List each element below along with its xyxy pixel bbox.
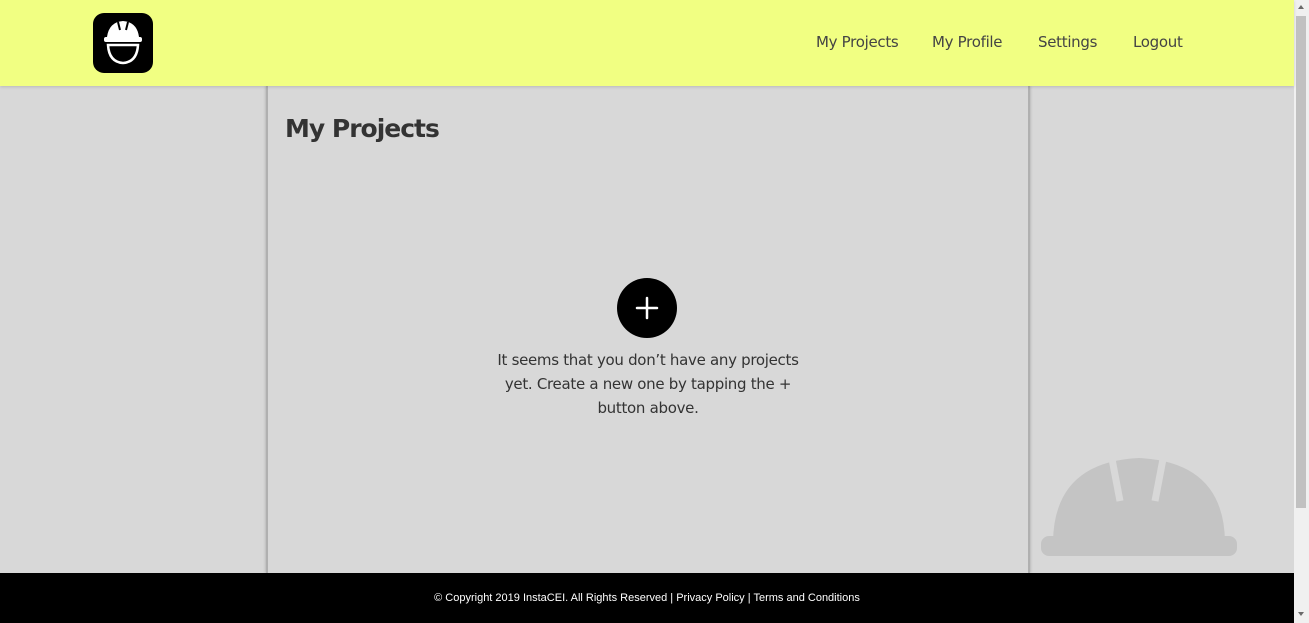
empty-state-message: It seems that you don’t have any project…: [497, 351, 799, 417]
nav-logout[interactable]: Logout: [1133, 33, 1183, 51]
footer-separator: |: [747, 592, 751, 604]
add-project-button[interactable]: [617, 278, 677, 338]
terms-link[interactable]: Terms and Conditions: [753, 592, 859, 604]
copyright-text: © Copyright 2019 InstaCEI. All Rights Re…: [434, 592, 674, 604]
nav-my-profile[interactable]: My Profile: [932, 33, 1003, 51]
helmet-logo-icon[interactable]: [93, 13, 153, 73]
top-header: My Projects My Profile Settings Logout: [0, 0, 1294, 86]
footer: © Copyright 2019 InstaCEI. All Rights Re…: [0, 573, 1294, 623]
scrollbar-thumb[interactable]: [1296, 16, 1306, 508]
nav-my-projects[interactable]: My Projects: [816, 33, 899, 51]
plus-icon: [635, 296, 659, 320]
scroll-down-icon[interactable]: [1298, 612, 1304, 616]
vertical-scrollbar[interactable]: [1294, 0, 1309, 623]
scroll-up-icon[interactable]: [1298, 5, 1304, 9]
nav-settings[interactable]: Settings: [1038, 33, 1097, 51]
projects-panel: My Projects It seems that you don’t have…: [266, 86, 1030, 573]
page-title: My Projects: [285, 114, 440, 143]
helmet-watermark-icon: [1041, 458, 1237, 556]
privacy-policy-link[interactable]: Privacy Policy: [676, 592, 744, 604]
